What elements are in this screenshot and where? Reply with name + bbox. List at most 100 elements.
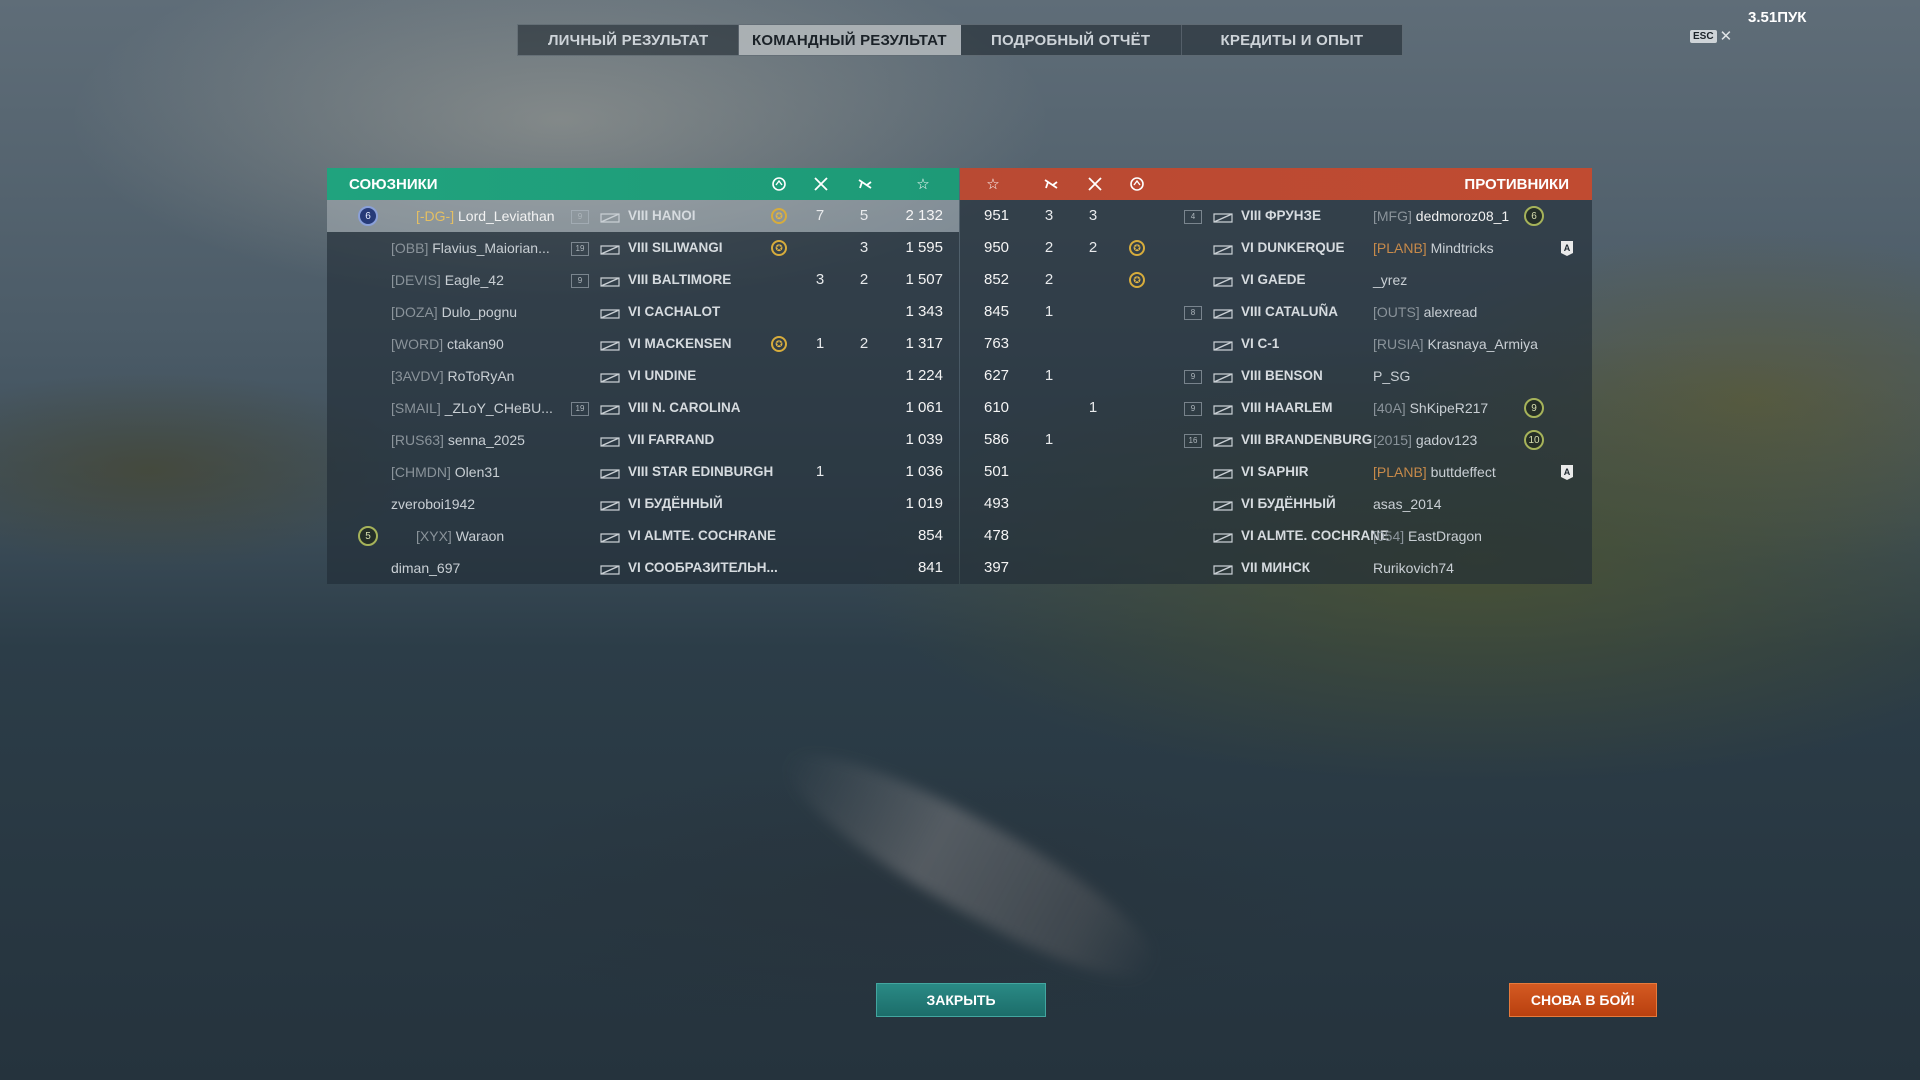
player-cell: Rurikovich74 — [1373, 552, 1454, 584]
ally-row[interactable]: 6 [-DG-] Lord_Leviathan 9 VIII HANOI ✪ 7 5 2 13… — [327, 200, 959, 232]
ally-row[interactable]: [WORD] ctakan90 VI MACKENSEN ✪ 1 2 1 317 — [327, 328, 959, 360]
clan-tag: [RUSIA] — [1373, 336, 1424, 352]
enemy-row[interactable]: 627 1 9 VIII BENSON P_SG — [960, 360, 1592, 392]
enemy-row[interactable]: 586 1 16 VIII BRANDENBURG [2015] gadov123 10 — [960, 424, 1592, 456]
kills-value — [1086, 264, 1100, 296]
tab-team-result[interactable]: КОМАНДНЫЙ РЕЗУЛЬТАТ — [739, 25, 961, 55]
planes-value — [1042, 392, 1056, 424]
enemy-row[interactable]: 950 2 2 ✪ VI DUNKERQUE [PLANB] Mindtricks A — [960, 232, 1592, 264]
rank-badge: 5 — [358, 526, 378, 546]
planes-value — [1042, 456, 1056, 488]
ship-class-icon — [600, 371, 620, 383]
ship-class-icon — [600, 403, 620, 415]
tab-personal-result[interactable]: ЛИЧНЫЙ РЕЗУЛЬТАТ — [518, 25, 740, 55]
ally-row[interactable]: zveroboi1942 VI БУДЁННЫЙ 1 019 — [327, 488, 959, 520]
esc-close-button[interactable]: ESC ✕ — [1690, 27, 1732, 45]
enemy-row[interactable]: 478 VI ALMTE. COCHRANE [054] EastDragon — [960, 520, 1592, 552]
kills-value: 3 — [815, 271, 825, 288]
ship-name: VI MACKENSEN — [628, 336, 732, 351]
ally-row[interactable]: [DEVIS] Eagle_42 9 VIII BALTIMORE 3 2 1 507 — [327, 264, 959, 296]
kills-value — [1086, 360, 1100, 392]
enemy-row[interactable]: 493 VI БУДЁННЫЙ asas_2014 — [960, 488, 1592, 520]
ship-name: VI CACHALOT — [628, 304, 721, 319]
allies-header: СОЮЗНИКИ ☆ — [327, 168, 959, 200]
esc-key-label: ESC — [1690, 29, 1717, 43]
player-cell: [SMAIL] _ZLoY_CHeBU... — [391, 392, 553, 424]
a-badge-icon: A — [1561, 241, 1573, 256]
ally-row[interactable]: diman_697 VI СООБРАЗИТЕЛЬН... 841 — [327, 552, 959, 584]
ally-row[interactable]: [DOZA] Dulo_pognu VI CACHALOT 1 343 — [327, 296, 959, 328]
ally-row[interactable]: 5 [XYX] Waraon VI ALMTE. COCHRANE 854 — [327, 520, 959, 552]
player-name: Eagle_42 — [444, 272, 504, 288]
enemy-row[interactable]: 397 VII МИНСК Rurikovich74 — [960, 552, 1592, 584]
ship-class-icon — [600, 211, 620, 223]
clan-tag: [-DG-] — [416, 208, 455, 224]
kills-value — [813, 296, 827, 328]
scoreboard-rows: 6 [-DG-] Lord_Leviathan 9 VIII HANOI ✪ 7 5 2 13… — [327, 200, 1592, 584]
enemy-row[interactable]: 845 1 8 VIII CATALUÑA [OUTS] alexread — [960, 296, 1592, 328]
ally-row[interactable]: [SMAIL] _ZLoY_CHeBU... 19 VIII N. CAROLINA… — [327, 392, 959, 424]
score-value: 841 — [917, 559, 943, 576]
player-cell: zveroboi1942 — [391, 488, 475, 520]
ship-class-icon — [1213, 339, 1233, 351]
score-value: 845 — [984, 303, 1010, 320]
player-cell: [PLANB] Mindtricks — [1373, 232, 1494, 264]
ally-row[interactable]: [OBB] Flavius_Maiorian... 19 VIII SILIWANG… — [327, 232, 959, 264]
player-name: _yrez — [1373, 272, 1408, 288]
player-cell: [3AVDV] RoToRyAn — [391, 360, 514, 392]
enemy-row[interactable]: 501 VI SAPHIR [PLANB] buttdeffect A — [960, 456, 1592, 488]
player-name: EastDragon — [1408, 528, 1482, 544]
planes-value — [857, 552, 871, 584]
ship-name: VI ALMTE. COCHRANE — [628, 528, 776, 543]
table-row: diman_697 VI СООБРАЗИТЕЛЬН... 841 397 VII МИ… — [327, 552, 1592, 584]
player-cell: [MFG] dedmoroz08_1 — [1373, 200, 1509, 232]
clan-tag: [2015] — [1373, 432, 1412, 448]
crossed-swords-icon — [1085, 174, 1105, 194]
ship-name: VI БУДЁННЫЙ — [1241, 496, 1336, 511]
rank-badge: 6 — [358, 206, 378, 226]
score-value: 493 — [984, 495, 1010, 512]
ship-class-icon — [600, 435, 620, 447]
player-name: Dulo_pognu — [441, 304, 518, 320]
table-row: [SMAIL] _ZLoY_CHeBU... 19 VIII N. CAROLINA… — [327, 392, 1592, 424]
rank-badge: 9 — [1524, 398, 1544, 418]
planes-value: 2 — [859, 271, 869, 288]
kills-value: 2 — [1088, 239, 1098, 256]
table-row: [3AVDV] RoToRyAn VI UNDINE 1 224 627 1 9 VIII … — [327, 360, 1592, 392]
enemy-row[interactable]: 763 VI C-1 [RUSIA] Krasnaya_Armiya — [960, 328, 1592, 360]
planes-value — [857, 392, 871, 424]
ship-name: VI UNDINE — [628, 368, 697, 383]
player-cell: diman_697 — [391, 552, 460, 584]
rank-badge: 10 — [1524, 430, 1544, 450]
player-cell: [054] EastDragon — [1373, 520, 1482, 552]
tab-credits-xp[interactable]: КРЕДИТЫ И ОПЫТ — [1182, 25, 1402, 55]
division-badge: 9 — [571, 274, 589, 288]
ship-name: VIII STAR EDINBURGH — [628, 464, 774, 479]
ally-row[interactable]: [3AVDV] RoToRyAn VI UNDINE 1 224 — [327, 360, 959, 392]
crossed-swords-icon — [811, 174, 831, 194]
tab-detailed-report[interactable]: ПОДРОБНЫЙ ОТЧЁТ — [961, 25, 1182, 55]
enemy-row[interactable]: 610 1 9 VIII HAARLEM [40A] ShKipeR217 9 — [960, 392, 1592, 424]
player-name: Krasnaya_Armiya — [1427, 336, 1538, 352]
kills-value: 1 — [815, 463, 825, 480]
enemy-row[interactable]: 852 2 ✪ VI GAEDE _yrez — [960, 264, 1592, 296]
table-row: [CHMDN] Olen31 VIII STAR EDINBURGH 1 1 036 5… — [327, 456, 1592, 488]
score-value: 1 317 — [905, 335, 943, 352]
battle-again-button[interactable]: СНОВА В БОЙ! — [1509, 983, 1657, 1017]
kills-value — [813, 488, 827, 520]
enemy-row[interactable]: 951 3 3 4 VIII ФРУНЗЕ [MFG] dedmoroz08_1 6 — [960, 200, 1592, 232]
clan-tag: [OUTS] — [1373, 304, 1420, 320]
player-cell: [RUSIA] Krasnaya_Armiya — [1373, 328, 1538, 360]
ally-row[interactable]: [CHMDN] Olen31 VIII STAR EDINBURGH 1 1 036 — [327, 456, 959, 488]
close-button[interactable]: ЗАКРЫТЬ — [876, 983, 1046, 1017]
allies-title: СОЮЗНИКИ — [349, 176, 438, 193]
planes-value: 2 — [1044, 239, 1054, 256]
score-value: 1 343 — [905, 303, 943, 320]
laurel-wreath-icon: ✪ — [1129, 240, 1145, 256]
clan-tag: [40A] — [1373, 400, 1406, 416]
ship-name: VIII SILIWANGI — [628, 240, 723, 255]
player-name: Olen31 — [454, 464, 500, 480]
clan-tag: [DOZA] — [391, 304, 438, 320]
ally-row[interactable]: [RUS63] senna_2025 VII FARRAND 1 039 — [327, 424, 959, 456]
kills-value — [813, 232, 827, 264]
